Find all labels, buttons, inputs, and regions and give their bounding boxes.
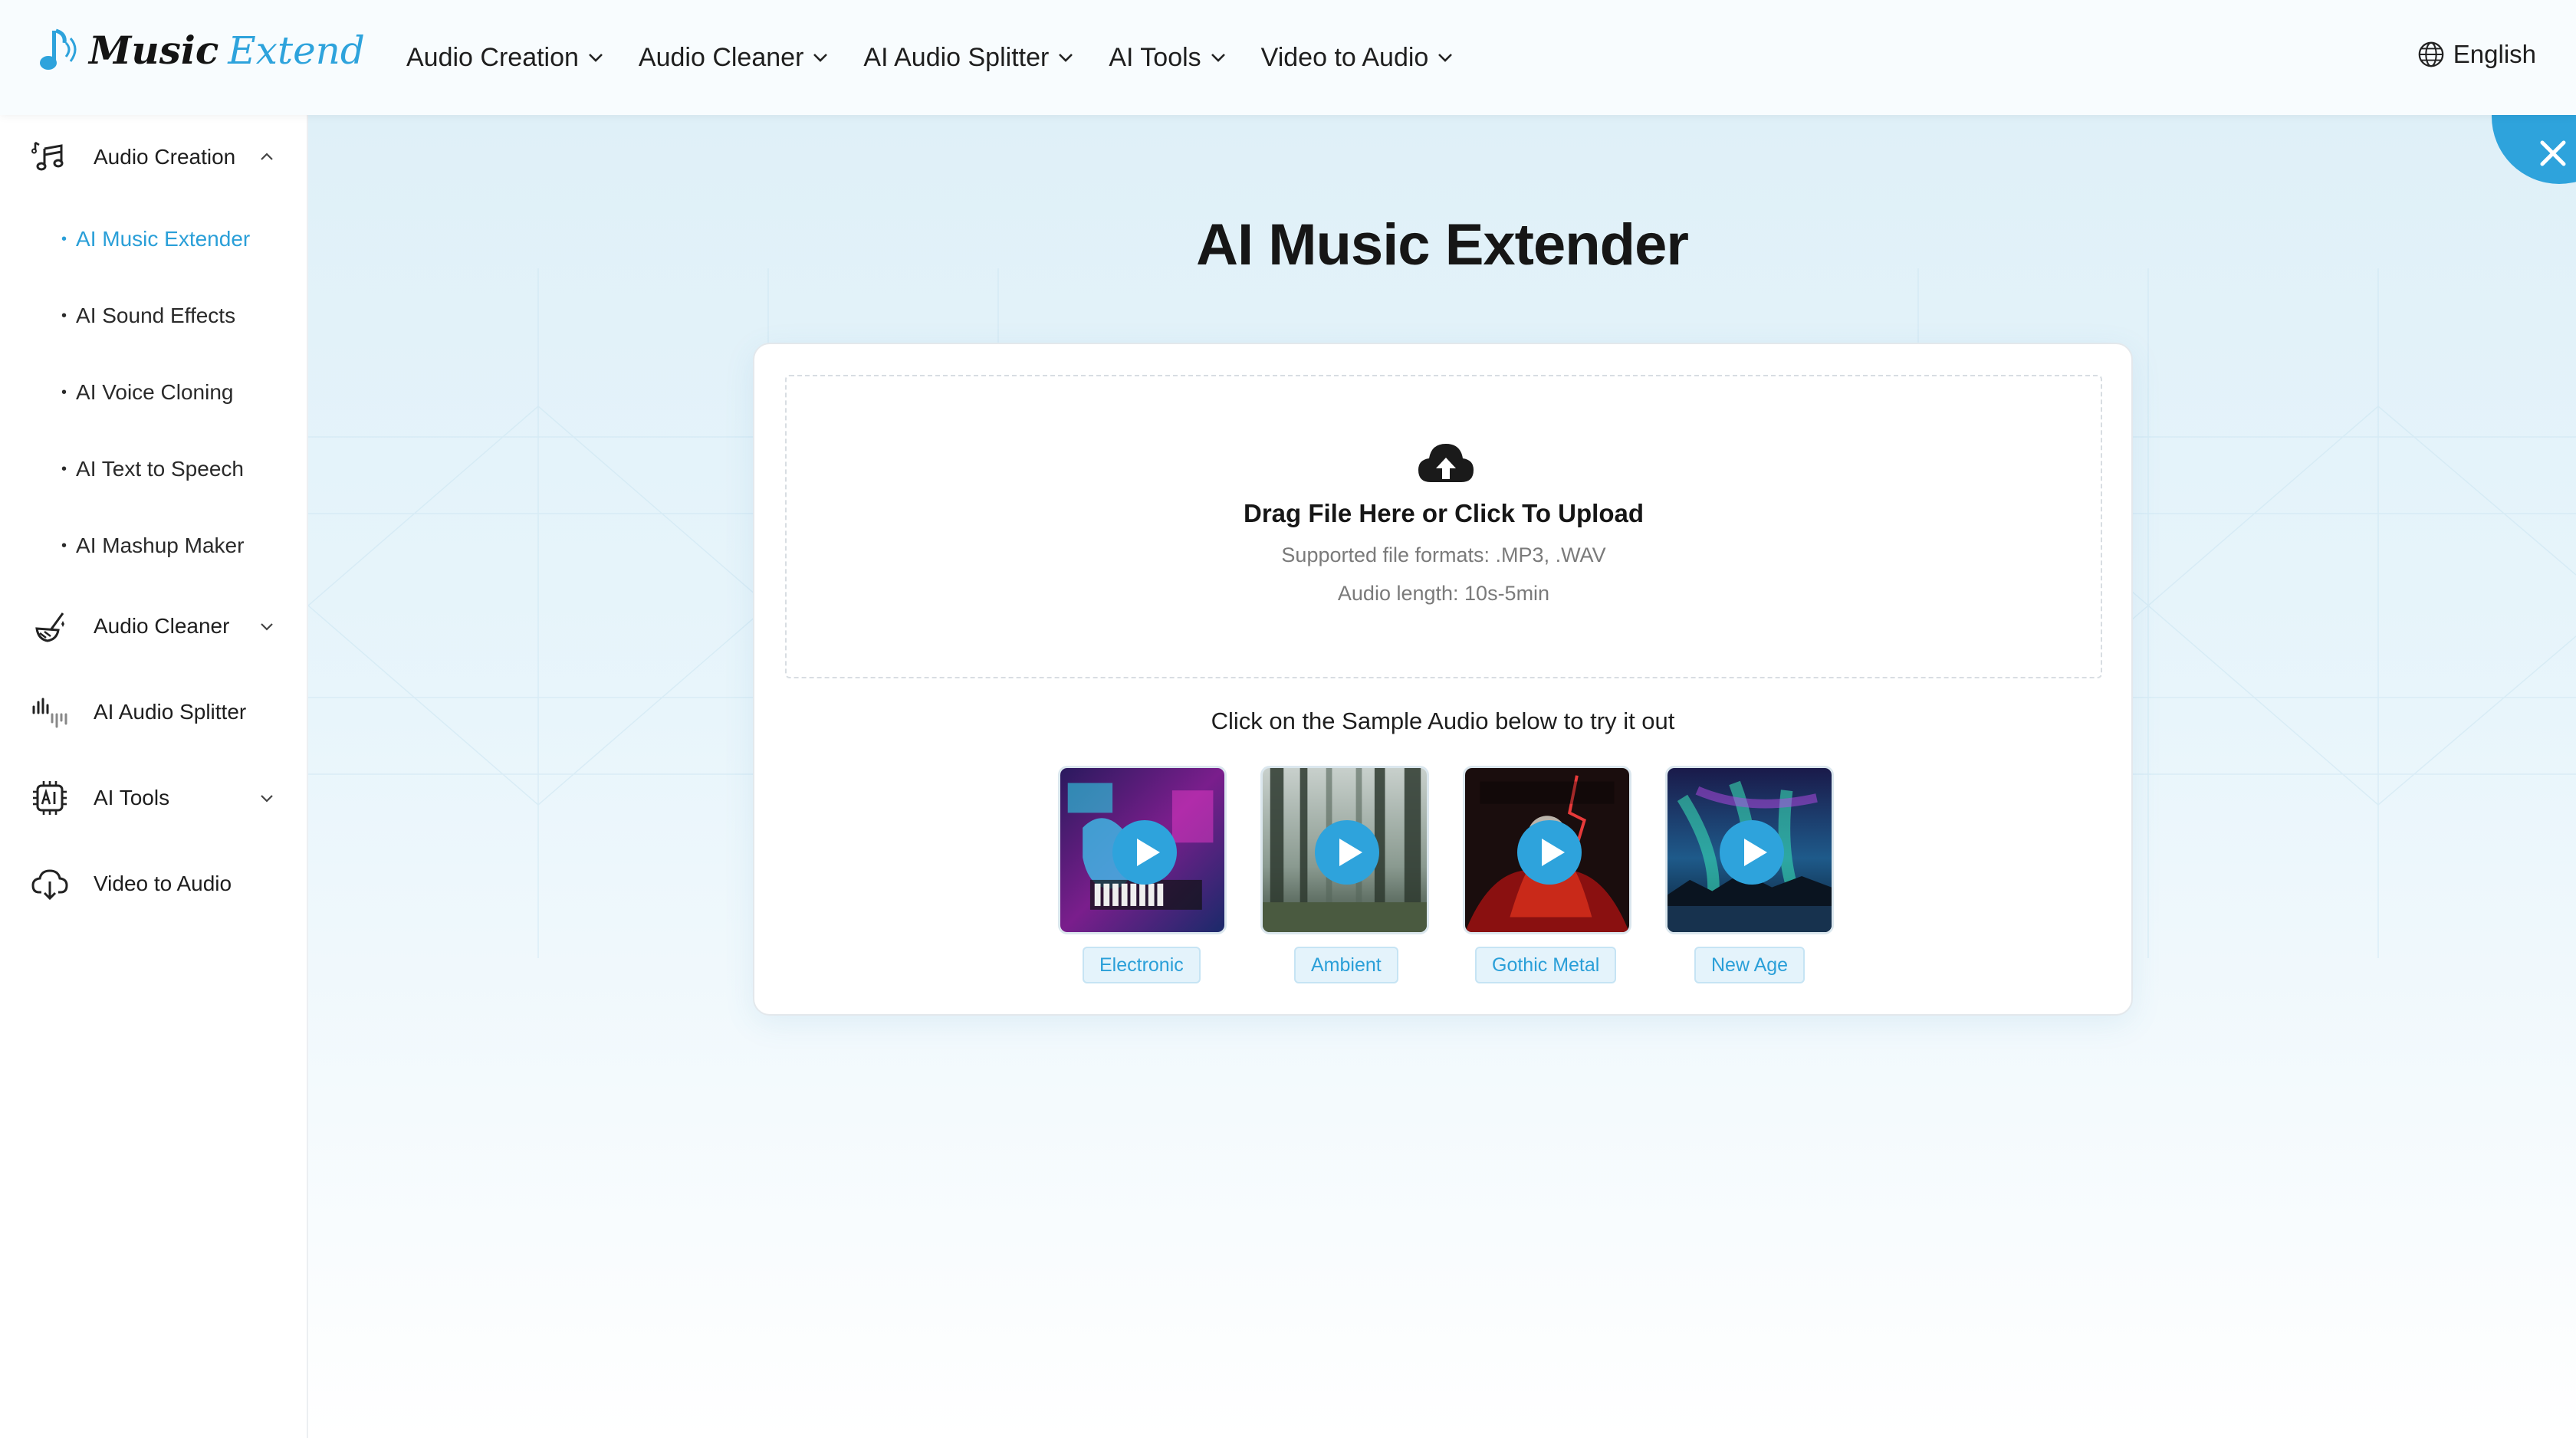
genre-tag: Electronic (1083, 947, 1201, 983)
nav-label: AI Tools (1109, 42, 1201, 72)
sidebar-item-audio-creation[interactable]: Audio Creation (0, 123, 307, 192)
logo-word-music: Music (89, 28, 219, 73)
nav-audio-creation[interactable]: Audio Creation (406, 43, 605, 73)
sample-thumbnail (1463, 766, 1631, 934)
chevron-down-icon (1211, 54, 1225, 62)
waveform-icon (32, 698, 67, 728)
music-note-logo-icon (40, 28, 77, 70)
chevron-up-icon (261, 153, 273, 160)
sidebar: Audio Creation AI Music Extender AI Soun… (0, 115, 308, 1438)
language-selector[interactable]: English (2417, 40, 2536, 69)
subitem-label: AI Music Extender (76, 227, 251, 251)
genre-tag: Ambient (1294, 947, 1398, 983)
logo-word-extend: Extend (228, 28, 365, 73)
upload-length-text: Audio length: 10s-5min (1337, 582, 1550, 605)
chevron-down-icon (589, 54, 603, 62)
subitem-label: AI Mashup Maker (76, 534, 245, 557)
play-icon (1339, 839, 1362, 866)
language-label: English (2453, 40, 2536, 68)
sample-thumbnail (1665, 766, 1834, 934)
sidebar-item-ai-tools[interactable]: AI Tools (0, 763, 307, 832)
upload-dropzone[interactable]: Drag File Here or Click To Upload Suppor… (785, 375, 2102, 678)
genre-tag: New Age (1694, 947, 1806, 983)
ai-chip-icon (33, 781, 67, 815)
sidebar-item-label: Audio Cleaner (94, 614, 230, 638)
play-button[interactable] (1720, 820, 1784, 885)
upload-title: Drag File Here or Click To Upload (1244, 499, 1644, 527)
nav-label: Audio Cleaner (638, 42, 804, 72)
sidebar-item-label: AI Audio Splitter (94, 700, 247, 724)
nav-video-to-audio[interactable]: Video to Audio (1261, 43, 1455, 73)
upload-formats-text: Supported file formats: .MP3, .WAV (1281, 543, 1606, 566)
play-icon (1542, 839, 1565, 866)
logo[interactable]: Music Extend (35, 26, 365, 75)
sidebar-subitem-ai-sound-effects[interactable]: AI Sound Effects (61, 293, 235, 339)
sidebar-item-audio-cleaner[interactable]: Audio Cleaner (0, 592, 307, 661)
play-icon (1137, 839, 1160, 866)
sample-thumbnail (1058, 766, 1227, 934)
subitem-label: AI Text to Speech (76, 457, 244, 481)
play-button[interactable] (1517, 820, 1582, 885)
sidebar-item-label: Audio Creation (94, 145, 236, 169)
top-navigation: Audio Creation Audio Cleaner AI Audio Sp… (406, 0, 1488, 115)
sidebar-subitem-ai-mashup-maker[interactable]: AI Mashup Maker (61, 523, 244, 569)
sidebar-item-label: Video to Audio (94, 872, 232, 895)
sidebar-item-video-to-audio[interactable]: Video to Audio (0, 849, 307, 918)
genre-tag: Gothic Metal (1475, 947, 1617, 983)
sidebar-subitem-ai-text-to-speech[interactable]: AI Text to Speech (61, 446, 244, 492)
nav-ai-audio-splitter[interactable]: AI Audio Splitter (863, 43, 1075, 73)
sample-thumbnail (1260, 766, 1429, 934)
chevron-down-icon (261, 623, 273, 631)
chevron-down-icon (1438, 54, 1453, 62)
top-header: Music Extend Audio Creation Audio Cleaner… (0, 0, 2576, 115)
chevron-down-icon (1059, 54, 1073, 62)
chevron-down-icon (261, 795, 273, 803)
play-button[interactable] (1112, 820, 1177, 885)
cloud-upload-icon (1418, 444, 1474, 482)
nav-label: AI Audio Splitter (863, 42, 1050, 72)
music-notes-icon (31, 141, 64, 171)
subitem-label: AI Sound Effects (76, 304, 236, 327)
upload-card: Drag File Here or Click To Upload Suppor… (753, 343, 2133, 1016)
sidebar-subitem-ai-music-extender[interactable]: AI Music Extender (61, 216, 250, 262)
main-content: AI Music Extender Drag File Here or Clic… (308, 115, 2576, 1438)
logo-text: Music Extend (89, 28, 365, 73)
nav-audio-cleaner[interactable]: Audio Cleaner (639, 43, 830, 73)
chevron-down-icon (813, 54, 828, 62)
play-icon (1744, 839, 1767, 866)
subitem-label: AI Voice Cloning (76, 380, 234, 404)
globe-icon (2418, 41, 2444, 67)
sidebar-item-label: AI Tools (94, 786, 170, 809)
sidebar-item-ai-audio-splitter[interactable]: AI Audio Splitter (0, 678, 307, 747)
sample-hint-text: Click on the Sample Audio below to try i… (1211, 708, 1675, 734)
close-icon (2540, 140, 2566, 166)
page-title: AI Music Extender (1196, 212, 1689, 277)
nav-ai-tools[interactable]: AI Tools (1109, 43, 1227, 73)
play-button[interactable] (1315, 820, 1379, 885)
sidebar-subitem-ai-voice-cloning[interactable]: AI Voice Cloning (61, 369, 233, 415)
nav-label: Audio Creation (406, 42, 579, 72)
broom-icon (35, 612, 64, 642)
nav-label: Video to Audio (1260, 42, 1429, 72)
cloud-download-icon (31, 869, 68, 901)
